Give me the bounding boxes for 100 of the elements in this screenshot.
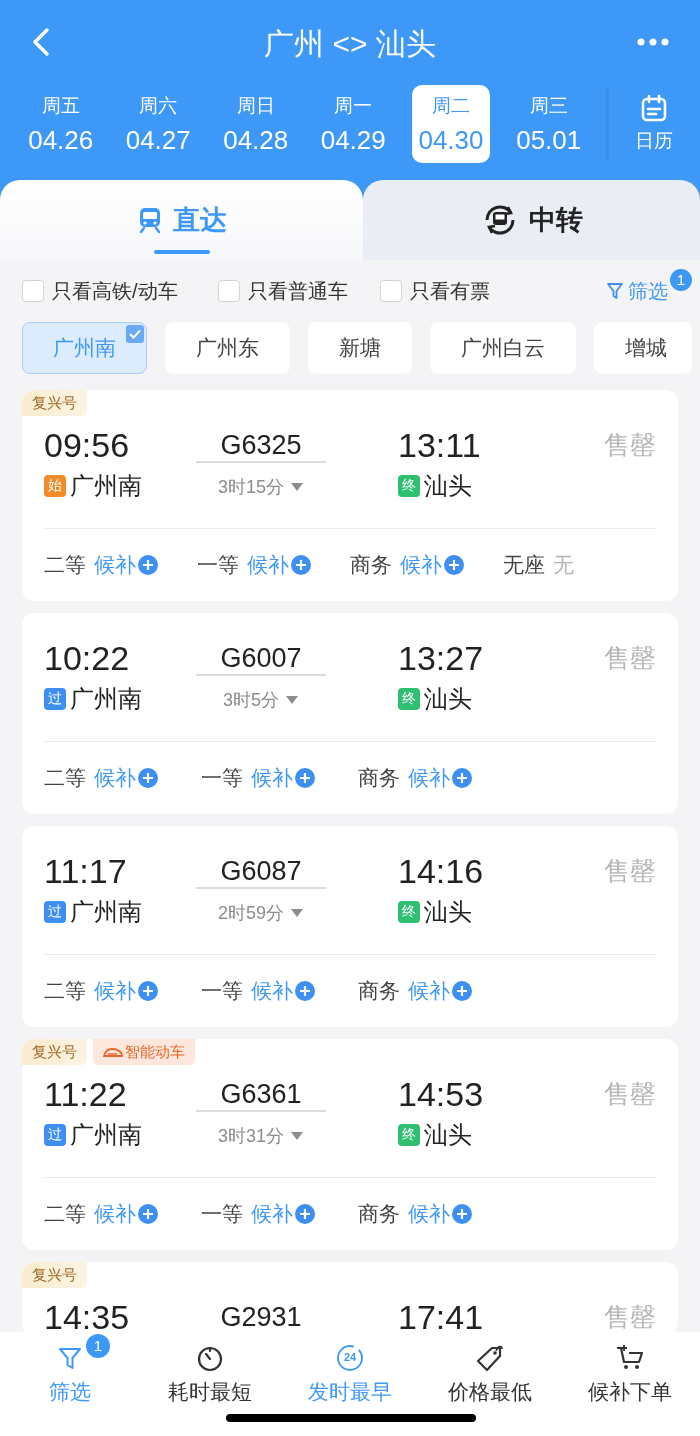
date-tab[interactable]: 周三 05.01: [500, 85, 598, 163]
train-number: G2931: [219, 1302, 303, 1332]
station-name: 广州南: [70, 684, 142, 714]
filter-checkbox[interactable]: 只看高铁/动车: [22, 277, 178, 305]
ticket-status: 售罄: [604, 1078, 656, 1111]
seat-class: 商务: [358, 1201, 400, 1227]
seat-class: 二等: [44, 552, 86, 578]
sort-button[interactable]: 候补下单: [560, 1342, 700, 1406]
tab[interactable]: 中转: [363, 180, 700, 260]
waitlist-button[interactable]: 候补: [408, 977, 473, 1005]
arrival-time: 13:27: [397, 639, 485, 678]
count-badge: 1: [86, 1334, 110, 1358]
duration-toggle[interactable]: 3时31分: [217, 1124, 304, 1148]
waitlist-button[interactable]: 候补: [94, 1200, 159, 1228]
seat-class: 商务: [350, 552, 392, 578]
train-icon: [103, 1046, 123, 1058]
train-tag: 智能动车: [93, 1039, 195, 1065]
station-badge: 终: [398, 475, 420, 497]
train-number: G6325: [219, 430, 303, 461]
date-tab[interactable]: 周一 04.29: [304, 85, 402, 163]
arrival-time: 13:11: [397, 426, 482, 465]
train-number: G6007: [219, 643, 303, 674]
station-badge: 终: [398, 901, 420, 923]
plus-icon: [451, 767, 473, 789]
waitlist-button[interactable]: 候补: [247, 551, 312, 579]
train-card[interactable]: 11:17 G6087 14:16 售罄 过 广州南 2时59分 终 汕头 二等 候补 一等 候补 商务 候补: [22, 826, 678, 1027]
departure-time: 10:22: [44, 639, 131, 678]
sort-button[interactable]: 耗时最短: [140, 1342, 280, 1406]
train-tag: 复兴号: [22, 1262, 87, 1288]
departure-time: 11:17: [44, 852, 128, 891]
arrival-time: 14:53: [397, 1075, 485, 1114]
waitlist-button[interactable]: 候补: [94, 551, 159, 579]
waitlist-button[interactable]: 候补: [251, 977, 316, 1005]
date-tab[interactable]: 周五 04.26: [12, 85, 110, 163]
station-chip[interactable]: 广州东: [165, 322, 290, 374]
waitlist-button[interactable]: 候补: [408, 764, 473, 792]
departure-time: 11:22: [44, 1075, 128, 1114]
page-title: 广州 <> 汕头: [264, 26, 436, 62]
caret-icon: [290, 482, 304, 492]
clock-icon: 24: [336, 1344, 364, 1372]
station-name: 汕头: [424, 684, 472, 714]
plus-icon: [443, 554, 465, 576]
waitlist-button[interactable]: 候补: [408, 1200, 473, 1228]
back-icon[interactable]: [30, 27, 52, 57]
station-chip[interactable]: 广州南: [22, 322, 147, 374]
seat-class: 一等: [197, 552, 239, 578]
station-name: 广州南: [70, 471, 142, 501]
plus-icon: [137, 1203, 159, 1225]
stopwatch-icon: [196, 1344, 224, 1372]
train-card[interactable]: 复兴号 09:56 G6325 13:11 售罄 始 广州南 3时15分 终 汕头 二等 候补 一等 候补 商务 候补 无座 无: [22, 390, 678, 601]
waitlist-button[interactable]: 候补: [251, 1200, 316, 1228]
train-tag: 复兴号: [22, 390, 87, 416]
plus-icon: [294, 767, 316, 789]
seat-class: 商务: [358, 978, 400, 1004]
date-tab[interactable]: 周二 04.30: [412, 85, 490, 163]
station-name: 广州南: [70, 1120, 142, 1150]
train-card[interactable]: 复兴号 智能动车 11:22 G6361 14:53 售罄 过 广州南 3时31分 终 汕头 二等 候补 一等 候补 商务 候补: [22, 1039, 678, 1250]
date-tab[interactable]: 周日 04.28: [207, 85, 305, 163]
station-chip[interactable]: 增城: [594, 322, 692, 374]
plus-icon: [451, 980, 473, 1002]
duration-toggle[interactable]: 3时5分: [223, 688, 299, 712]
station-badge: 终: [398, 1124, 420, 1146]
filter-checkbox[interactable]: 只看有票: [379, 277, 490, 305]
date-tab[interactable]: 周六 04.27: [109, 85, 207, 163]
waitlist-button[interactable]: 候补: [400, 551, 465, 579]
arrival-time: 14:16: [397, 852, 485, 891]
filter-button[interactable]: 筛选: [606, 277, 668, 305]
waitlist-button[interactable]: 候补: [251, 764, 316, 792]
waitlist-button[interactable]: 候补: [94, 764, 159, 792]
plus-icon: [137, 980, 159, 1002]
station-badge: 过: [44, 1124, 66, 1146]
train-card[interactable]: 复兴号 14:35 G2931 17:41 售罄: [22, 1262, 678, 1332]
caret-icon: [290, 1131, 304, 1141]
calendar-button[interactable]: 日历: [608, 94, 700, 154]
station-badge: 终: [398, 688, 420, 710]
train-number: G6087: [219, 856, 303, 887]
waitlist-button[interactable]: 候补: [94, 977, 159, 1005]
ticket-status: 售罄: [604, 855, 656, 888]
station-chip[interactable]: 新塘: [308, 322, 412, 374]
seat-class: 无座: [503, 552, 545, 578]
filter-checkbox[interactable]: 只看普通车: [217, 277, 348, 305]
arrival-time: 17:41: [397, 1298, 485, 1332]
filter-icon: [606, 281, 624, 301]
train-card[interactable]: 10:22 G6007 13:27 售罄 过 广州南 3时5分 终 汕头 二等 候补 一等 候补 商务 候补: [22, 613, 678, 814]
departure-time: 14:35: [44, 1298, 131, 1332]
tab[interactable]: 直达: [0, 180, 364, 260]
count-badge: 1: [670, 269, 692, 291]
ticket-status: 售罄: [604, 1301, 656, 1332]
ticket-status: 售罄: [604, 642, 656, 675]
more-icon[interactable]: [636, 37, 670, 47]
station-name: 汕头: [424, 1120, 472, 1150]
seat-status: 无: [553, 552, 574, 578]
sort-button[interactable]: 价格最低: [420, 1342, 560, 1406]
station-chip[interactable]: 广州白云: [430, 322, 576, 374]
seat-class: 一等: [201, 1201, 243, 1227]
duration-toggle[interactable]: 2时59分: [217, 901, 304, 925]
sort-button[interactable]: 24 发时最早: [280, 1342, 420, 1406]
seat-class: 商务: [358, 765, 400, 791]
station-name: 汕头: [424, 471, 472, 501]
duration-toggle[interactable]: 3时15分: [217, 475, 304, 499]
